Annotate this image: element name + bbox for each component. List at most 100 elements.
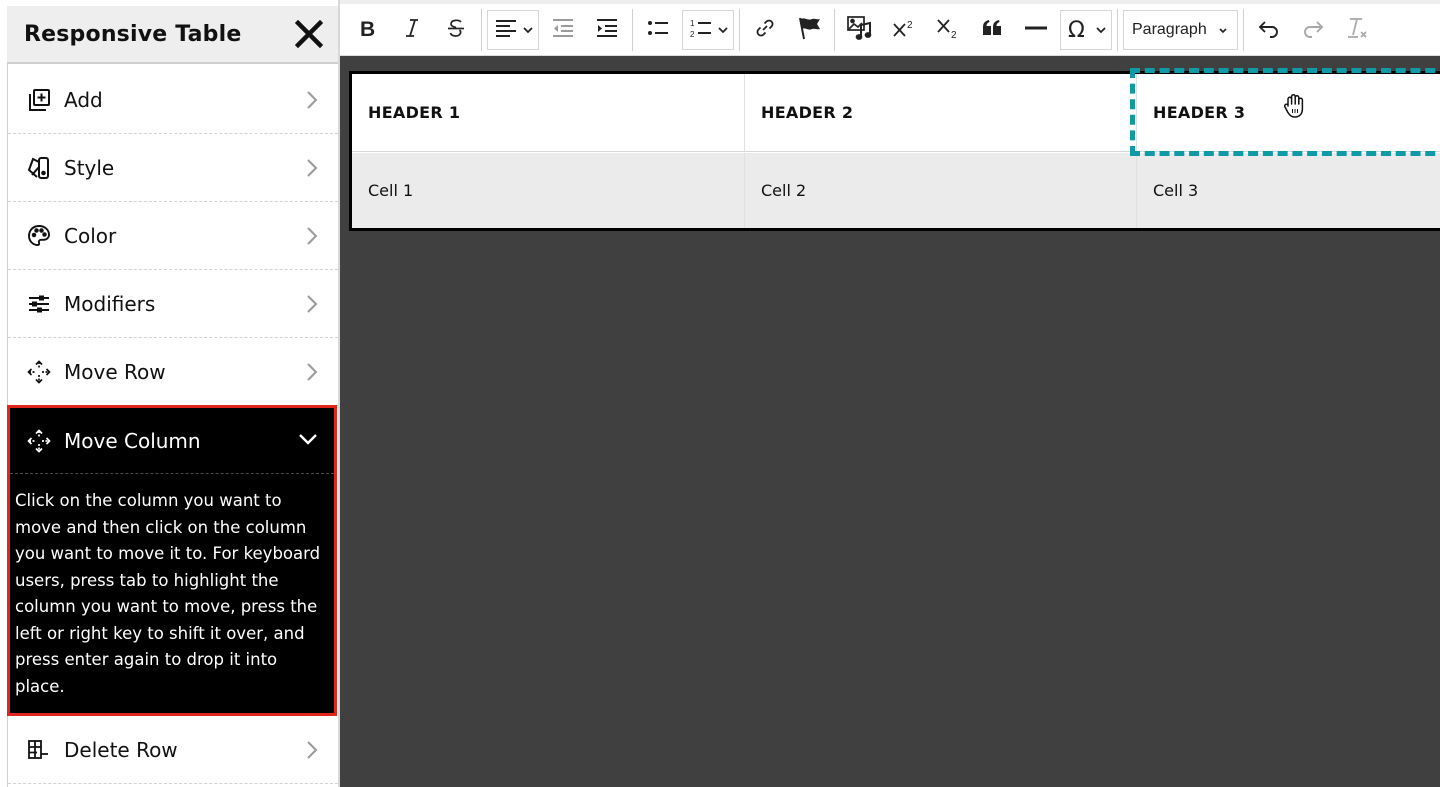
toolbar-separator: [1117, 8, 1118, 51]
toolbar-separator: [834, 8, 835, 51]
sidebar-item-label: Move Column: [64, 428, 201, 453]
style-icon: [26, 155, 52, 181]
delete-row-icon: [26, 737, 52, 763]
outdent-button[interactable]: [541, 10, 585, 50]
sidebar-item-style[interactable]: Style: [8, 134, 338, 202]
sidebar-item-label: Add: [64, 87, 103, 112]
indent-icon: [595, 17, 619, 43]
numbered-list-icon: 12: [689, 17, 713, 43]
chevron-down-icon: [718, 26, 728, 33]
special-character-dropdown[interactable]: Ω: [1060, 9, 1112, 50]
subscript-icon: 2: [935, 16, 961, 44]
sidebar-title: Responsive Table: [24, 21, 242, 47]
horizontal-rule-button[interactable]: [1014, 10, 1058, 50]
toolbar-separator: [739, 8, 740, 51]
strikethrough-icon: [445, 17, 467, 43]
chevron-down-icon: [1219, 27, 1227, 33]
chevron-down-icon: [297, 431, 319, 451]
chevron-right-icon: [304, 157, 320, 179]
horizontal-rule-icon: [1024, 17, 1048, 43]
responsive-table: HEADER 1 HEADER 2 HEADER 3 Cell 1 Cell 2…: [349, 71, 1440, 231]
flag-icon: [796, 15, 822, 45]
toolbar-separator: [1242, 8, 1244, 51]
add-icon: [26, 87, 52, 113]
svg-text:1: 1: [690, 19, 695, 28]
redo-button[interactable]: [1291, 10, 1335, 50]
bold-button[interactable]: B: [346, 10, 390, 50]
quote-icon: [981, 18, 1003, 42]
svg-text:B: B: [360, 18, 375, 39]
grab-cursor-icon: [1283, 93, 1304, 118]
numbered-list-dropdown[interactable]: 12: [682, 9, 734, 50]
sidebar-item-move-column: Move Column Click on the column you want…: [7, 405, 337, 716]
redo-icon: [1301, 17, 1325, 43]
link-button[interactable]: [743, 10, 787, 50]
bullet-list-icon: [646, 17, 670, 43]
sidebar-item-label: Modifiers: [64, 291, 156, 316]
undo-icon: [1257, 17, 1281, 43]
clear-formatting-button[interactable]: [1335, 10, 1379, 50]
sidebar-header: Responsive Table: [7, 6, 338, 64]
table-cell[interactable]: Cell 2: [745, 153, 1137, 228]
table-cell[interactable]: Cell 1: [352, 153, 745, 228]
format-select[interactable]: Paragraph: [1123, 9, 1238, 50]
table-cell[interactable]: Cell 3: [1137, 153, 1440, 228]
undo-button[interactable]: [1247, 10, 1291, 50]
move-icon: [26, 359, 52, 385]
svg-text:2: 2: [907, 20, 913, 31]
sliders-icon: [26, 291, 52, 317]
editor-toolbar: B 1 2 2 2 Ω Paragraph: [340, 0, 1440, 56]
superscript-button[interactable]: 2: [882, 10, 926, 50]
table-row: Cell 1 Cell 2 Cell 3: [352, 153, 1440, 228]
move-column-instructions: Click on the column you want to move and…: [15, 491, 321, 696]
subscript-button[interactable]: 2: [926, 10, 970, 50]
anchor-button[interactable]: [787, 10, 831, 50]
close-icon[interactable]: [294, 19, 324, 49]
sidebar-item-add[interactable]: Add: [8, 66, 338, 134]
toolbar-separator: [481, 8, 482, 51]
strikethrough-button[interactable]: [434, 10, 478, 50]
chevron-right-icon: [304, 293, 320, 315]
table-header-row: HEADER 1 HEADER 2 HEADER 3: [352, 74, 1440, 152]
sidebar-item-label: Style: [64, 155, 115, 180]
editor-canvas: HEADER 1 HEADER 2 HEADER 3 Cell 1 Cell 2…: [340, 56, 1440, 787]
chevron-right-icon: [304, 89, 320, 111]
omega-icon: Ω: [1067, 16, 1091, 44]
sidebar-menu: Add Style Color Modifiers Move Row: [8, 66, 338, 406]
blockquote-button[interactable]: [970, 10, 1014, 50]
chevron-right-icon: [304, 361, 320, 383]
table-header-cell[interactable]: HEADER 1: [352, 74, 745, 151]
chevron-right-icon: [304, 225, 320, 247]
media-icon: [846, 15, 874, 45]
sidebar-item-move-row[interactable]: Move Row: [8, 338, 338, 406]
palette-icon: [26, 223, 52, 249]
link-icon: [754, 17, 776, 43]
indent-button[interactable]: [585, 10, 629, 50]
superscript-icon: 2: [891, 17, 917, 43]
italic-icon: [401, 17, 423, 43]
bullet-list-button[interactable]: [636, 10, 680, 50]
table-header-cell[interactable]: HEADER 2: [745, 74, 1137, 151]
clear-format-icon: [1344, 16, 1370, 44]
sidebar-item-label: Delete Row: [64, 737, 178, 762]
format-select-value: Paragraph: [1132, 20, 1207, 38]
outdent-icon: [551, 17, 575, 43]
chevron-right-icon: [304, 739, 320, 761]
move-icon: [26, 428, 52, 454]
bold-icon: B: [357, 17, 379, 43]
sidebar-panel: Responsive Table Add Style Color Modifie…: [0, 0, 340, 787]
italic-button[interactable]: [390, 10, 434, 50]
sidebar-item-label: Move Row: [64, 359, 166, 384]
chevron-down-icon: [523, 26, 533, 33]
svg-text:2: 2: [951, 30, 957, 40]
chevron-down-icon: [1096, 26, 1106, 33]
sidebar-item-color[interactable]: Color: [8, 202, 338, 270]
sidebar-item-modifiers[interactable]: Modifiers: [8, 270, 338, 338]
toolbar-separator: [632, 8, 633, 51]
svg-text:2: 2: [690, 30, 695, 39]
media-button[interactable]: [838, 10, 882, 50]
sidebar-menu-continued: Delete Row: [8, 716, 338, 784]
sidebar-item-delete-row[interactable]: Delete Row: [8, 716, 338, 784]
align-dropdown[interactable]: [487, 9, 539, 50]
move-column-toggle[interactable]: Move Column: [10, 408, 334, 474]
